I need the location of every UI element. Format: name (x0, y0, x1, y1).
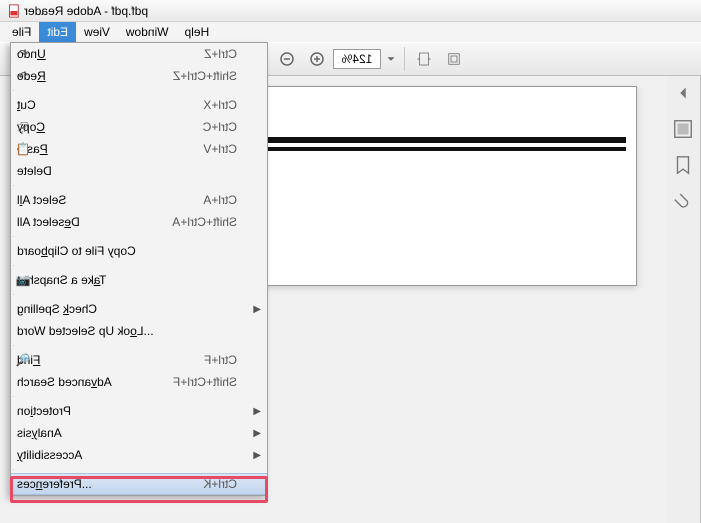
menu-find[interactable]: 🔍FindCtrl+F (11, 349, 267, 371)
menu-separator (13, 469, 14, 470)
menu-separator (13, 236, 14, 237)
menu-edit[interactable]: Edit (39, 22, 76, 42)
camera-icon: 📷 (15, 273, 31, 287)
submenu-arrow-icon: ◀ (253, 428, 261, 439)
menu-delete[interactable]: Delete (11, 160, 267, 182)
window-title: pdf.pdf - Adobe Reader (24, 4, 148, 18)
pdf-icon (6, 4, 20, 18)
redo-icon: ↷ (15, 69, 31, 83)
menu-separator (13, 396, 14, 397)
zoom-out-icon[interactable] (273, 45, 301, 73)
menu-copy[interactable]: ⎘CopyCtrl+C (11, 116, 267, 138)
menu-undo[interactable]: ↶UUndondoCtrl+Z (11, 43, 267, 65)
copy-icon: ⎘ (15, 120, 31, 135)
submenu-arrow-icon: ◀ (253, 304, 261, 315)
zoom-dropdown-icon[interactable] (383, 45, 399, 73)
menu-deselect-all[interactable]: Deselect AllShift+Ctrl+A (11, 211, 267, 233)
menu-separator (13, 265, 14, 266)
thumbnails-icon[interactable] (673, 118, 695, 140)
menu-copy-file[interactable]: Copy File to Clipboard (11, 240, 267, 262)
menu-window[interactable]: Window (118, 22, 177, 42)
menu-analysis[interactable]: Analysis◀ (11, 422, 267, 444)
paste-icon: 📋 (15, 142, 31, 156)
menu-check-spelling[interactable]: Check Spelling◀ (11, 298, 267, 320)
menu-lookup[interactable]: Look Up Selected Word... (11, 320, 267, 342)
menu-separator (13, 345, 14, 346)
menu-view[interactable]: View (76, 22, 118, 42)
separator (404, 47, 405, 71)
undo-icon: ↶ (15, 47, 31, 61)
submenu-arrow-icon: ◀ (253, 406, 261, 417)
menu-cut[interactable]: CutCtrl+X (11, 94, 267, 116)
expand-panel-icon[interactable] (673, 82, 695, 104)
menu-preferences[interactable]: Preferences...Ctrl+K (11, 473, 267, 495)
menu-paste[interactable]: 📋PasteCtrl+V (11, 138, 267, 160)
edit-menu-dropdown: ↶UUndondoCtrl+Z ↷RedoShift+Ctrl+Z CutCtr… (10, 42, 268, 496)
menu-snapshot[interactable]: 📷Take a Snapshot (11, 269, 267, 291)
menu-separator (13, 90, 14, 91)
menu-bar: File Edit View Window Help (0, 22, 701, 42)
zoom-in-icon[interactable] (303, 45, 331, 73)
fit-width-icon[interactable] (410, 45, 438, 73)
menu-file[interactable]: File (4, 22, 39, 42)
menu-accessibility[interactable]: Accessibility◀ (11, 444, 267, 466)
bookmark-icon[interactable] (673, 154, 695, 176)
menu-redo[interactable]: ↷RedoShift+Ctrl+Z (11, 65, 267, 87)
fit-page-icon[interactable] (440, 45, 468, 73)
attachments-icon[interactable] (673, 190, 695, 212)
menu-select-all[interactable]: Select AllCtrl+A (11, 189, 267, 211)
submenu-arrow-icon: ◀ (253, 450, 261, 461)
zoom-input[interactable] (333, 49, 381, 69)
menu-advanced-search[interactable]: Advanced SearchShift+Ctrl+F (11, 371, 267, 393)
menu-protection[interactable]: Protection◀ (11, 400, 267, 422)
menu-separator (13, 294, 14, 295)
search-icon: 🔍 (15, 353, 31, 367)
side-panel (667, 76, 701, 523)
menu-help[interactable]: Help (177, 22, 218, 42)
menu-separator (13, 185, 14, 186)
title-bar: pdf.pdf - Adobe Reader (0, 0, 701, 22)
